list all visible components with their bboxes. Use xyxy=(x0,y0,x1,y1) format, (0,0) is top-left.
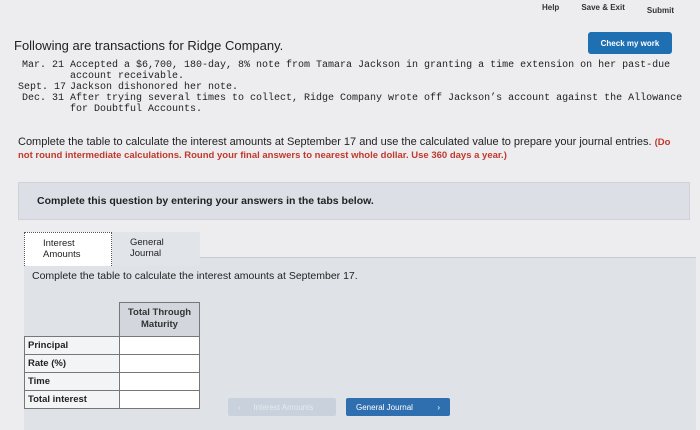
tab-navigation: ‹ Interest Amounts General Journal › xyxy=(228,398,450,416)
tab-interest-amounts[interactable]: Interest Amounts xyxy=(24,232,112,266)
rate-input-cell[interactable] xyxy=(119,354,200,373)
total-interest-input[interactable] xyxy=(120,391,199,408)
tab-label-line1: General xyxy=(130,237,164,248)
table-row: Time xyxy=(24,372,200,391)
prev-tab-label: Interest Amounts xyxy=(253,402,314,412)
transaction-date: Mar. 21 xyxy=(21,60,64,71)
tab-general-journal[interactable]: General Journal xyxy=(112,232,200,266)
table-row: Rate (%) xyxy=(24,354,200,373)
transaction-text: Jackson dishonored her note. xyxy=(70,82,239,93)
column-header-total-through-maturity: Total Through Maturity xyxy=(119,302,200,337)
help-link[interactable]: Help xyxy=(542,3,559,12)
transaction-date: Dec. 31 xyxy=(21,93,64,104)
time-input[interactable] xyxy=(120,373,199,390)
panel-title: Complete this question by entering your … xyxy=(37,195,374,207)
question-header: Following are transactions for Ridge Com… xyxy=(0,28,700,58)
transaction-date: Sept. 17 xyxy=(18,82,67,93)
table-row: Principal xyxy=(24,336,200,355)
principal-input-cell[interactable] xyxy=(119,336,200,355)
rate-input[interactable] xyxy=(120,355,199,372)
instruction-text: Complete the table to calculate the inte… xyxy=(18,136,678,162)
table-corner xyxy=(24,302,120,337)
question-title: Following are transactions for Ridge Com… xyxy=(14,38,284,53)
total-interest-input-cell[interactable] xyxy=(119,390,200,409)
time-input-cell[interactable] xyxy=(119,372,200,391)
top-toolbar: Help Save & Exit Submit xyxy=(0,0,700,15)
column-header-line2: Maturity xyxy=(141,319,178,330)
table-row: Total interest xyxy=(24,390,200,409)
transactions-list: Mar. 21 Accepted a $6,700, 180-day, 8% n… xyxy=(18,60,690,115)
instruction-main: Complete the table to calculate the inte… xyxy=(18,136,652,148)
row-label-rate: Rate (%) xyxy=(24,354,120,373)
tabs-panel-header: Complete this question by entering your … xyxy=(18,182,690,220)
tab-label-line1: Interest xyxy=(43,238,75,249)
answer-tabs: Interest Amounts General Journal xyxy=(24,232,200,266)
save-exit-link[interactable]: Save & Exit xyxy=(581,3,625,12)
transaction-item: Dec. 31 After trying several times to co… xyxy=(18,93,690,115)
transaction-text: After trying several times to collect, R… xyxy=(70,93,683,115)
next-tab-button[interactable]: General Journal › xyxy=(346,398,450,416)
prev-tab-button[interactable]: ‹ Interest Amounts xyxy=(228,398,336,416)
row-label-time: Time xyxy=(24,372,120,391)
transaction-item: Mar. 21 Accepted a $6,700, 180-day, 8% n… xyxy=(18,60,690,82)
tab-label-line2: Amounts xyxy=(43,249,81,260)
row-label-principal: Principal xyxy=(24,336,120,355)
chevron-right-icon: › xyxy=(437,402,440,412)
transaction-item: Sept. 17 Jackson dishonored her note. xyxy=(18,82,690,93)
content-title: Complete the table to calculate the inte… xyxy=(32,270,358,282)
submit-button[interactable]: Submit xyxy=(647,6,674,15)
interest-table: Total Through Maturity Principal Rate (%… xyxy=(24,302,200,409)
check-my-work-button[interactable]: Check my work xyxy=(588,32,672,54)
principal-input[interactable] xyxy=(120,337,199,354)
row-label-total-interest: Total interest xyxy=(24,390,120,409)
next-tab-label: General Journal xyxy=(356,402,413,412)
tab-label-line2: Journal xyxy=(130,248,162,259)
transaction-text: Accepted a $6,700, 180-day, 8% note from… xyxy=(70,60,671,82)
column-header-line1: Total Through xyxy=(127,307,192,318)
